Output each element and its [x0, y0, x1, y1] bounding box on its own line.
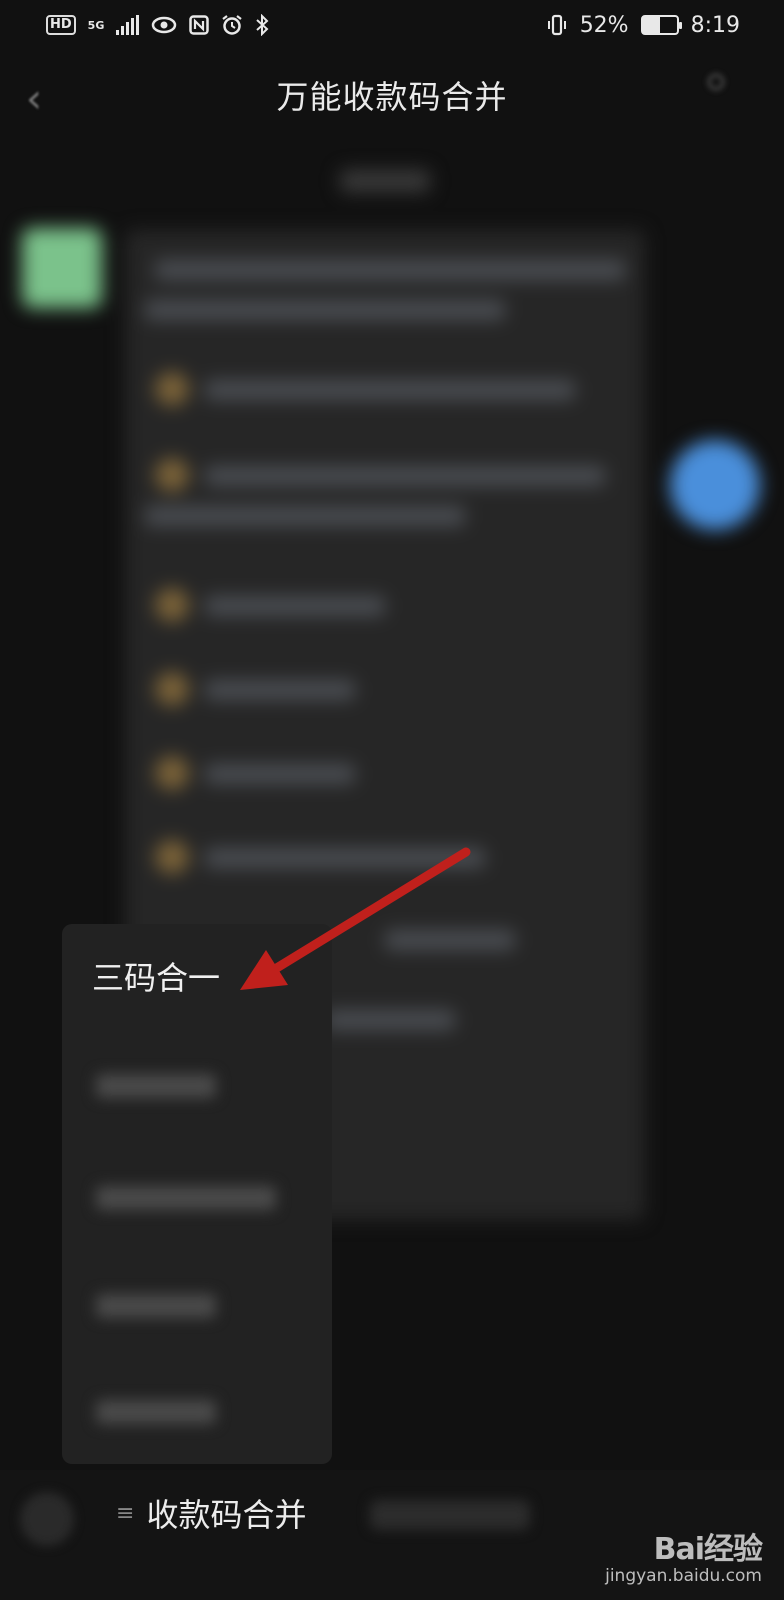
- menu-item[interactable]: [96, 1400, 216, 1424]
- floating-bubble[interactable]: [670, 440, 760, 530]
- menu-item-three-in-one[interactable]: 三码合一: [62, 924, 332, 1028]
- chevron-left-icon[interactable]: ‹: [26, 76, 42, 122]
- status-right: 52% 8:19: [546, 13, 740, 38]
- network-label: 5G: [87, 18, 105, 32]
- hamburger-icon: ≡: [116, 1500, 135, 1526]
- alarm-icon: [222, 15, 243, 35]
- chat-header: ‹ 万能收款码合并: [0, 60, 784, 130]
- hd-badge: HD: [46, 15, 76, 35]
- timestamp-blurred: [340, 170, 430, 192]
- battery-fill: [642, 17, 661, 33]
- keyboard-icon[interactable]: [20, 1492, 74, 1546]
- watermark-brand: Bai经验: [653, 1532, 763, 1567]
- bluetooth-icon: [256, 14, 269, 36]
- baidu-watermark: Bai经验 jingyan.baidu.com: [605, 1524, 763, 1586]
- menu-item[interactable]: [96, 1186, 276, 1210]
- bottom-menu-label: 收款码合并: [146, 1496, 307, 1534]
- status-bar: HD 5G 52% 8:19: [0, 0, 784, 50]
- battery-icon: [640, 15, 682, 35]
- bottom-menu-tab[interactable]: ≡ 收款码合并: [116, 1490, 306, 1536]
- popup-menu: 三码合一: [62, 924, 332, 1464]
- menu-item[interactable]: [96, 1074, 216, 1098]
- avatar[interactable]: [22, 228, 102, 308]
- status-left: HD 5G: [46, 14, 269, 36]
- clock: 8:19: [690, 12, 740, 38]
- battery-percent: 52%: [579, 12, 629, 38]
- eye-icon: [152, 16, 177, 34]
- signal-icon: [116, 15, 140, 35]
- nfc-icon: [189, 15, 210, 35]
- bottom-menu-tab-blurred[interactable]: [370, 1500, 530, 1530]
- watermark-url: jingyan.baidu.com: [605, 1566, 762, 1586]
- menu-item[interactable]: [96, 1294, 216, 1318]
- page-title: 万能收款码合并: [276, 78, 508, 116]
- vibrate-icon: [547, 14, 566, 36]
- menu-items-blurred: [62, 1028, 332, 1464]
- person-icon[interactable]: [696, 68, 736, 118]
